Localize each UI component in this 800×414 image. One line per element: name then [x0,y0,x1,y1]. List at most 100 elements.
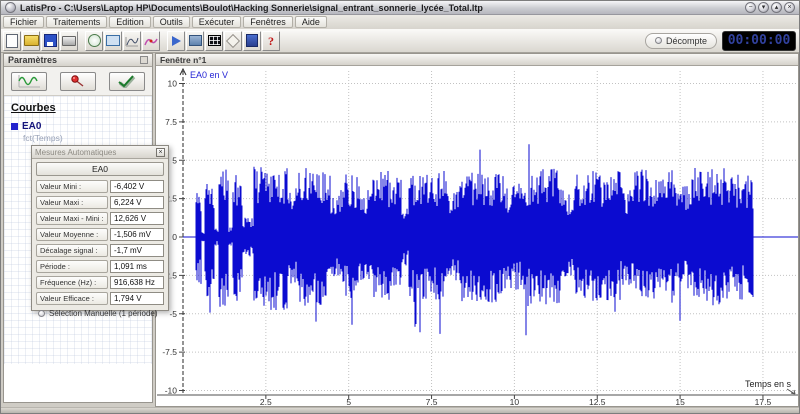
window-title: LatisPro - C:\Users\Laptop HP\Documents\… [20,3,483,13]
mesures-automatiques-panel: Mesures Automatiques × EA0 Valeur Mini :… [31,145,169,311]
magnifier-icon [226,33,240,47]
courbes-heading: Courbes [11,102,145,114]
panel-pin-icon[interactable] [140,56,148,64]
mesure-label[interactable]: Valeur Maxi - Mini : [36,212,108,225]
mesure-value: -6,402 V [110,180,164,193]
printer-icon [62,36,76,46]
open-file-button[interactable] [22,31,40,51]
svg-text:5: 5 [172,155,177,165]
svg-text:2.5: 2.5 [260,397,272,406]
help-icon: ? [268,35,274,47]
mesure-label[interactable]: Décalage signal : [36,244,108,257]
mesure-label[interactable]: Fréquence (Hz) : [36,276,108,289]
parametres-header: Paramètres [4,54,152,67]
mesure-value: 1,091 ms [110,260,164,273]
open-folder-icon [24,35,39,46]
mesures-title-bar[interactable]: Mesures Automatiques × [32,146,168,159]
menu-bar: Fichier Traitements Edition Outils Exécu… [1,15,799,29]
mesure-row: Fréquence (Hz) : 916,638 Hz [36,276,164,289]
menu-edition[interactable]: Edition [109,16,151,28]
curve-function-label: fct(Temps) [23,133,145,143]
mesure-row: Valeur Maxi : 6,224 V [36,196,164,209]
decompte-radio[interactable]: Décompte [645,33,717,49]
radio-icon [38,310,45,317]
mesures-title: Mesures Automatiques [35,148,116,157]
save-button[interactable] [41,31,59,51]
menu-aide[interactable]: Aide [295,16,327,28]
tool-bar: ? Décompte 00:00:00 [1,29,799,53]
manual-selection-label: Sélection Manuelle (1 période) [49,309,158,318]
timer-display: 00:00:00 [722,31,796,51]
mesure-row: Valeur Maxi - Mini : 12,626 V [36,212,164,225]
shade-icon[interactable]: ▾ [758,2,769,13]
floppy-disk-icon [44,34,57,47]
trigger-params-button[interactable] [60,72,96,91]
svg-text:7.5: 7.5 [426,397,438,406]
svg-text:Temps en s: Temps en s [745,379,792,389]
chart-window-title: Fenêtre n°1 [160,55,206,65]
manual-selection-radio[interactable]: Sélection Manuelle (1 période) [36,309,164,318]
minimize-icon[interactable]: − [745,2,756,13]
display-window-icon [106,35,120,46]
curve-name: EA0 [22,121,41,132]
red-pin-icon [69,74,87,88]
notebook-button[interactable] [243,31,261,51]
mesure-value: -1,506 mV [110,228,164,241]
acquisition-button[interactable] [85,31,103,51]
menu-fichier[interactable]: Fichier [3,16,44,28]
curve-color-swatch [11,123,18,130]
svg-text:-10: -10 [165,386,178,396]
menu-executer[interactable]: Exécuter [192,16,242,28]
maximize-icon[interactable]: ▴ [771,2,782,13]
mesures-source-button[interactable]: EA0 [36,162,164,176]
chart-window: Fenêtre n°1 107.552.50-2.5-5-7.5-102.557… [155,53,799,407]
mesure-row: Période : 1,091 ms [36,260,164,273]
svg-text:-7.5: -7.5 [162,347,177,357]
menu-traitements[interactable]: Traitements [46,16,107,28]
acquisition-clock-icon [88,34,101,47]
validate-button[interactable] [109,72,145,91]
mesure-label[interactable]: Valeur Maxi : [36,196,108,209]
new-file-button[interactable] [3,31,21,51]
close-icon[interactable]: × [784,2,795,13]
modelisation-button[interactable] [142,31,160,51]
mesure-value: 916,638 Hz [110,276,164,289]
radio-icon [655,37,662,44]
acquisition-params-button[interactable] [11,72,47,91]
menu-fenetres[interactable]: Fenêtres [243,16,293,28]
svg-text:12.5: 12.5 [589,397,606,406]
menu-outils[interactable]: Outils [153,16,190,28]
mesure-label[interactable]: Valeur Efficace : [36,292,108,305]
display-window-button[interactable] [104,31,122,51]
svg-text:7.5: 7.5 [165,117,177,127]
waveform-plot[interactable]: 107.552.50-2.5-5-7.5-102.557.51012.51517… [157,65,798,406]
mesure-label[interactable]: Valeur Mini : [36,180,108,193]
svg-text:EA0 en V: EA0 en V [190,70,228,80]
curve-item-ea0[interactable]: EA0 [11,121,145,132]
svg-text:10: 10 [510,397,520,406]
mesure-label[interactable]: Période : [36,260,108,273]
mesures-close-icon[interactable]: × [156,148,165,157]
bottom-frame [1,407,799,414]
new-file-icon [6,34,18,48]
title-bar: LatisPro - C:\Users\Laptop HP\Documents\… [1,1,799,15]
modelisation-curve-icon [144,35,158,47]
mesure-value: -1,7 mV [110,244,164,257]
app-logo-icon [5,2,16,13]
decompte-label: Décompte [666,36,707,46]
mesure-label[interactable]: Valeur Moyenne : [36,228,108,241]
parametres-title: Paramètres [8,55,57,65]
notebook-icon [246,34,258,47]
parametres-buttons [4,67,152,96]
mesure-value: 12,626 V [110,212,164,225]
transfer-button[interactable] [186,31,204,51]
play-button[interactable] [167,31,185,51]
help-button[interactable]: ? [262,31,280,51]
print-button[interactable] [60,31,78,51]
svg-text:-5: -5 [169,309,177,319]
svg-text:17.5: 17.5 [755,397,772,406]
mesure-row: Valeur Mini : -6,402 V [36,180,164,193]
table-button[interactable] [205,31,223,51]
curve-button[interactable] [123,31,141,51]
magnifier-button[interactable] [224,31,242,51]
